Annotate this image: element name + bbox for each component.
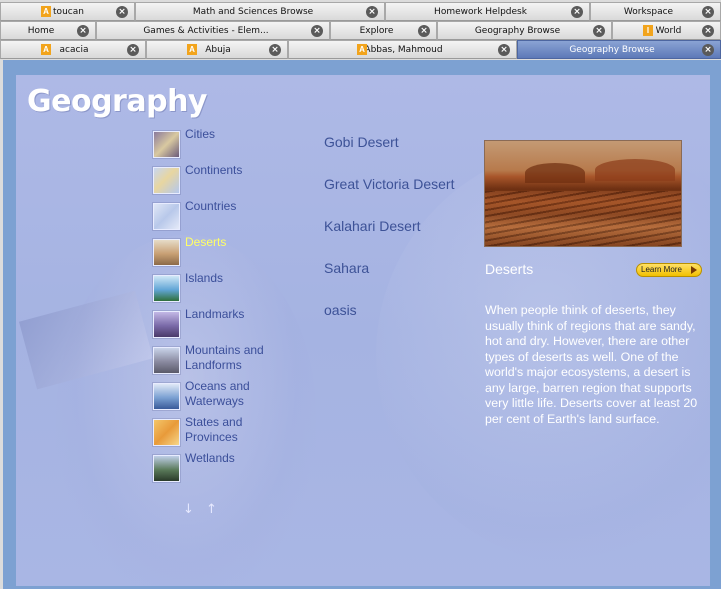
- close-icon[interactable]: ×: [77, 25, 89, 37]
- mountains-thumb-icon: [153, 347, 180, 374]
- link-great-victoria-desert[interactable]: Great Victoria Desert: [324, 175, 454, 217]
- link-kalahari-desert[interactable]: Kalahari Desert: [324, 217, 454, 259]
- category-landmarks[interactable]: Landmarks: [153, 307, 293, 343]
- geography-panel: Geography Cities Continents Countries De…: [16, 75, 710, 586]
- close-icon[interactable]: ×: [571, 6, 583, 18]
- page-title: Geography: [27, 84, 207, 119]
- tab-row-2: Home × Games & Activities - Elem... × Ex…: [0, 21, 721, 40]
- desert-photo: [484, 140, 682, 247]
- cities-thumb-icon: [153, 131, 180, 158]
- learn-more-button[interactable]: Learn More: [636, 263, 702, 277]
- info-icon: I: [643, 25, 653, 36]
- landmarks-thumb-icon: [153, 311, 180, 338]
- desert-link-list: Gobi Desert Great Victoria Desert Kalaha…: [324, 133, 454, 343]
- tab-workspace[interactable]: Workspace ×: [590, 2, 721, 21]
- tab-world[interactable]: I World ×: [612, 21, 721, 40]
- detail-description: When people think of deserts, they usual…: [485, 303, 698, 426]
- article-icon: A: [41, 44, 51, 55]
- tab-row-3: A acacia × A Abuja × A Abbas, Mahmoud × …: [0, 40, 721, 59]
- tab-toucan[interactable]: A toucan ×: [0, 2, 135, 21]
- continents-thumb-icon: [153, 167, 180, 194]
- category-countries[interactable]: Countries: [153, 199, 293, 235]
- tab-acacia[interactable]: A acacia ×: [0, 40, 146, 59]
- tab-homework-helpdesk[interactable]: Homework Helpdesk ×: [385, 2, 590, 21]
- article-icon: A: [187, 44, 197, 55]
- tab-home[interactable]: Home ×: [0, 21, 96, 40]
- tab-abuja[interactable]: A Abuja ×: [146, 40, 288, 59]
- close-icon[interactable]: ×: [418, 25, 430, 37]
- tab-explore[interactable]: Explore ×: [330, 21, 437, 40]
- close-icon[interactable]: ×: [127, 44, 139, 56]
- category-mountains-landforms[interactable]: Mountains and Landforms: [153, 343, 293, 379]
- tab-row-1: A toucan × Math and Sciences Browse × Ho…: [0, 2, 721, 21]
- category-deserts[interactable]: Deserts: [153, 235, 293, 271]
- detail-title: Deserts: [485, 261, 534, 277]
- tab-games-activities[interactable]: Games & Activities - Elem... ×: [96, 21, 330, 40]
- category-cities[interactable]: Cities: [153, 127, 293, 163]
- close-icon[interactable]: ×: [593, 25, 605, 37]
- link-gobi-desert[interactable]: Gobi Desert: [324, 133, 454, 175]
- scroll-down-arrow-icon[interactable]: ↓: [183, 502, 194, 517]
- category-continents[interactable]: Continents: [153, 163, 293, 199]
- oceans-thumb-icon: [153, 383, 180, 410]
- tab-geography-browse-active[interactable]: Geography Browse ×: [517, 40, 721, 59]
- islands-thumb-icon: [153, 275, 180, 302]
- states-thumb-icon: [153, 419, 180, 446]
- tab-geography-browse[interactable]: Geography Browse ×: [437, 21, 612, 40]
- category-list: Cities Continents Countries Deserts Isla…: [153, 127, 293, 487]
- deserts-thumb-icon: [153, 239, 180, 266]
- tab-abbas-mahmoud[interactable]: A Abbas, Mahmoud ×: [288, 40, 517, 59]
- content-frame: Geography Cities Continents Countries De…: [3, 60, 721, 589]
- scroll-arrows: ↓ ↑: [183, 502, 225, 517]
- category-states-provinces[interactable]: States and Provinces: [153, 415, 293, 451]
- close-icon[interactable]: ×: [116, 6, 128, 18]
- close-icon[interactable]: ×: [311, 25, 323, 37]
- category-islands[interactable]: Islands: [153, 271, 293, 307]
- link-oasis[interactable]: oasis: [324, 301, 454, 343]
- countries-thumb-icon: [153, 203, 180, 230]
- tab-math-sciences-browse[interactable]: Math and Sciences Browse ×: [135, 2, 385, 21]
- wetlands-thumb-icon: [153, 455, 180, 482]
- article-icon: A: [357, 44, 367, 55]
- close-icon[interactable]: ×: [702, 44, 714, 56]
- close-icon[interactable]: ×: [702, 25, 714, 37]
- scroll-up-arrow-icon[interactable]: ↑: [206, 502, 217, 517]
- category-wetlands[interactable]: Wetlands: [153, 451, 293, 487]
- close-icon[interactable]: ×: [269, 44, 281, 56]
- play-arrow-icon: [691, 266, 697, 274]
- close-icon[interactable]: ×: [702, 6, 714, 18]
- link-sahara[interactable]: Sahara: [324, 259, 454, 301]
- close-icon[interactable]: ×: [498, 44, 510, 56]
- category-oceans-waterways[interactable]: Oceans and Waterways: [153, 379, 293, 415]
- article-icon: A: [41, 6, 51, 17]
- close-icon[interactable]: ×: [366, 6, 378, 18]
